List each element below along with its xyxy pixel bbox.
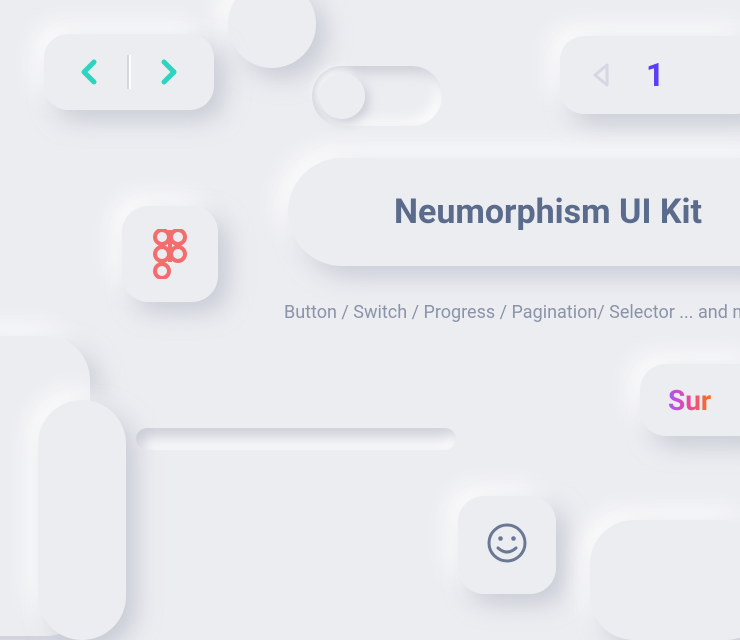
figma-icon (153, 229, 187, 279)
sun-button[interactable]: Sur (640, 364, 740, 436)
vertical-bar (38, 400, 126, 640)
smiley-icon (486, 522, 528, 568)
title-pill: Neumorphism UI Kit (288, 158, 740, 266)
chevron-right-icon[interactable] (157, 59, 179, 85)
prev-next-control (44, 34, 214, 110)
decorative-circle (228, 0, 316, 68)
bottom-right-panel (590, 520, 740, 640)
page-title: Neumorphism UI Kit (394, 192, 702, 232)
smiley-card[interactable] (458, 496, 556, 594)
subtitle: Button / Switch / Progress / Pagination/… (284, 302, 740, 323)
divider (127, 55, 131, 89)
pagination-current: 1 (646, 56, 664, 94)
figma-card[interactable] (122, 206, 218, 302)
toggle-switch[interactable] (312, 66, 442, 126)
toggle-switch-knob (319, 73, 365, 119)
triangle-left-icon[interactable] (590, 62, 612, 88)
sun-button-label: Sur (668, 384, 711, 417)
pagination: 1 (560, 36, 740, 114)
chevron-left-icon[interactable] (79, 59, 101, 85)
progress-bar[interactable] (136, 428, 456, 450)
